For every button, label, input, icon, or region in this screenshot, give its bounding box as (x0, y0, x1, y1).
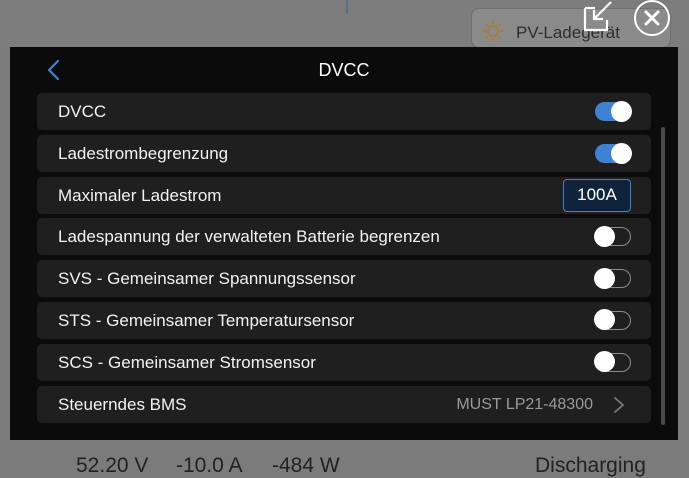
setting-label: Ladespannung der verwalteten Batterie be… (58, 227, 440, 247)
toggle-knob (611, 142, 632, 164)
dvcc-toggle[interactable] (595, 101, 632, 122)
close-icon (644, 10, 660, 26)
toggle-knob (593, 309, 615, 331)
close-button[interactable] (634, 0, 670, 36)
battery-voltage: 52.20 V (76, 454, 149, 477)
background-status-bar: 52.20 V -10.0 A -484 W Discharging (0, 440, 689, 477)
controlling-bms-value: MUST LP21-48300 (456, 395, 593, 413)
setting-row-charge-current-limit[interactable]: Ladestrombegrenzung (37, 134, 651, 172)
setting-label: Maximaler Ladestrom (58, 185, 222, 205)
settings-list: DVCC Ladestrombegrenzung Maximaler Lades… (37, 93, 651, 427)
setting-label: SVS - Gemeinsamer Spannungssensor (58, 269, 356, 289)
sts-toggle[interactable] (593, 309, 631, 331)
toggle-knob (593, 267, 615, 289)
setting-label: DVCC (58, 102, 107, 121)
setting-row-limit-managed-battery-voltage[interactable]: Ladespannung der verwalteten Batterie be… (37, 218, 651, 256)
setting-label: STS - Gemeinsamer Temperatursensor (58, 310, 355, 330)
battery-power: -484 W (272, 454, 340, 477)
sun-icon (482, 20, 504, 42)
max-charge-current-field[interactable]: 100A (563, 178, 631, 212)
battery-current: -10.0 A (176, 454, 243, 477)
battery-state: Discharging (535, 454, 646, 477)
setting-row-max-charge-current[interactable]: Maximaler Ladestrom 100A (37, 176, 651, 214)
toggle-knob (611, 101, 632, 122)
dialog-title: DVCC (318, 60, 370, 80)
charge-current-limit-toggle[interactable] (595, 142, 632, 164)
chevron-right-icon (614, 396, 624, 413)
limit-battery-voltage-toggle[interactable] (593, 225, 631, 247)
toggle-knob (593, 351, 615, 373)
dvcc-dialog: DVCC DVCC Ladestrombegrenzung Maximaler … (10, 47, 678, 440)
setting-label: SCS - Gemeinsamer Stromsensor (58, 352, 316, 372)
setting-label: Steuerndes BMS (58, 394, 187, 414)
toggle-knob (593, 225, 615, 247)
svs-toggle[interactable] (593, 267, 631, 289)
scs-toggle[interactable] (593, 351, 631, 373)
setting-label: Ladestrombegrenzung (58, 143, 229, 163)
setting-row-dvcc[interactable]: DVCC (37, 93, 651, 130)
setting-row-sts[interactable]: STS - Gemeinsamer Temperatursensor (37, 301, 651, 339)
scrollbar[interactable] (661, 127, 665, 425)
setting-row-scs[interactable]: SCS - Gemeinsamer Stromsensor (37, 343, 651, 381)
setting-row-controlling-bms[interactable]: Steuerndes BMS MUST LP21-48300 (37, 385, 651, 423)
background-divider (346, 0, 348, 14)
expand-icon[interactable] (581, 0, 615, 32)
setting-row-svs[interactable]: SVS - Gemeinsamer Spannungssensor (37, 260, 651, 298)
